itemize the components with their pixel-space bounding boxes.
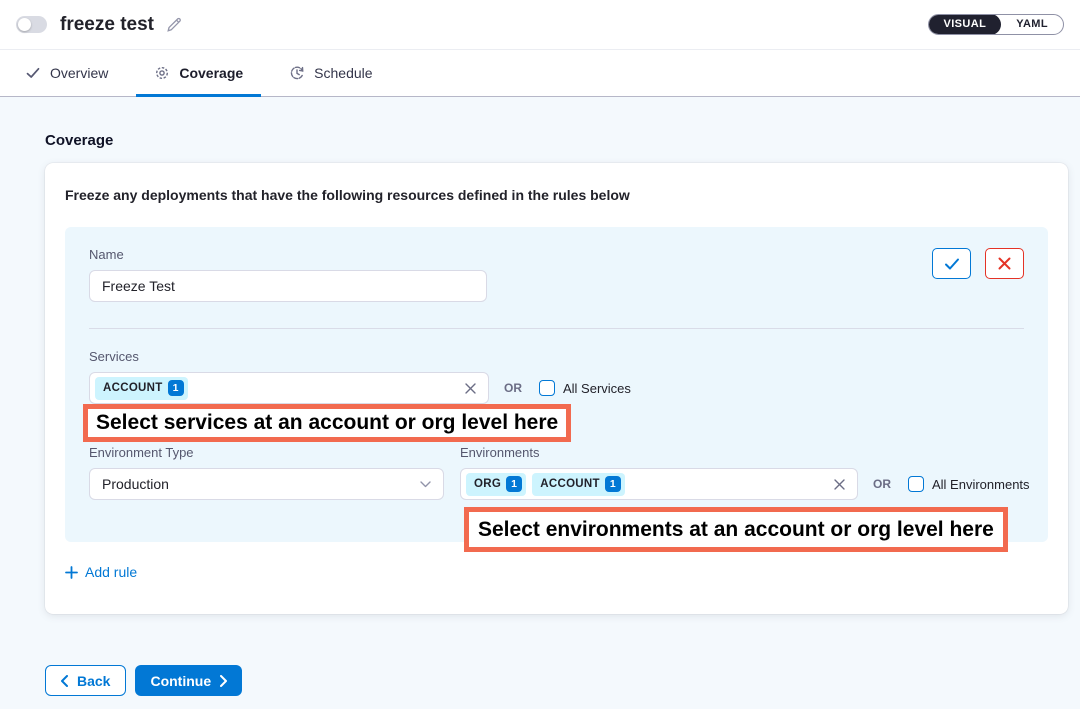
delete-rule-button[interactable] — [985, 248, 1024, 279]
clear-x-icon — [834, 479, 845, 490]
confirm-check-icon — [944, 257, 960, 271]
service-tag: ACCOUNT 1 — [95, 377, 188, 400]
pencil-icon — [165, 16, 183, 34]
tag-count-badge: 1 — [168, 380, 184, 396]
environments-clear-button[interactable] — [834, 479, 845, 490]
tab-schedule[interactable]: Schedule — [271, 50, 390, 96]
name-label: Name — [89, 247, 487, 262]
page-title: freeze test — [60, 14, 154, 36]
environment-tag: ORG 1 — [466, 473, 526, 496]
tab-label: Schedule — [314, 65, 372, 81]
name-input[interactable] — [89, 270, 487, 302]
tab-label: Coverage — [179, 65, 243, 81]
visual-toggle-button[interactable]: VISUAL — [928, 14, 1001, 35]
chevron-down-icon — [420, 481, 431, 488]
environments-group: Environments ORG 1 ACCOUNT 1 — [460, 445, 1030, 500]
environment-type-value: Production — [102, 476, 169, 492]
header-bar: freeze test VISUAL YAML — [0, 0, 1080, 50]
footer-actions: Back Continue — [45, 665, 1080, 696]
tab-label: Overview — [50, 65, 108, 81]
continue-button[interactable]: Continue — [135, 665, 242, 696]
all-environments-label: All Environments — [932, 477, 1030, 492]
confirm-rule-button[interactable] — [932, 248, 971, 279]
services-section: Services ACCOUNT 1 OR — [89, 349, 1024, 404]
environments-multiselect[interactable]: ORG 1 ACCOUNT 1 — [460, 468, 858, 500]
yaml-toggle-button[interactable]: YAML — [1001, 14, 1063, 35]
rule-panel: Name — [65, 227, 1048, 542]
all-services-checkbox[interactable] — [539, 380, 555, 396]
check-icon — [25, 65, 41, 81]
clear-x-icon — [465, 383, 476, 394]
services-annotation: Select services at an account or org lev… — [83, 404, 571, 442]
gear-icon — [154, 65, 170, 81]
environments-row: Environment Type Production Environments… — [89, 445, 1024, 500]
add-rule-label: Add rule — [85, 564, 137, 580]
environments-label: Environments — [460, 445, 1030, 460]
close-icon — [998, 257, 1011, 270]
environments-or-text: OR — [873, 477, 891, 491]
panel-divider — [89, 328, 1024, 329]
freeze-enable-toggle[interactable] — [16, 16, 47, 33]
environments-annotation: Select environments at an account or org… — [464, 507, 1008, 552]
clock-refresh-icon — [289, 65, 305, 81]
all-environments-checkbox[interactable] — [908, 476, 924, 492]
tag-count-badge: 1 — [506, 476, 522, 492]
edit-title-button[interactable] — [165, 16, 183, 34]
plus-icon — [65, 566, 78, 579]
services-or-text: OR — [504, 381, 522, 395]
coverage-card: Freeze any deployments that have the fol… — [45, 163, 1068, 614]
environment-type-group: Environment Type Production — [89, 445, 444, 500]
environment-tag: ACCOUNT 1 — [532, 473, 625, 496]
tag-count-badge: 1 — [605, 476, 621, 492]
environment-type-select[interactable]: Production — [89, 468, 444, 500]
toggle-knob — [18, 18, 31, 31]
services-label: Services — [89, 349, 1024, 364]
services-multiselect[interactable]: ACCOUNT 1 — [89, 372, 489, 404]
visual-yaml-switch: VISUAL YAML — [928, 14, 1064, 35]
rule-action-buttons — [932, 247, 1024, 279]
services-clear-button[interactable] — [465, 383, 476, 394]
tab-coverage[interactable]: Coverage — [136, 50, 261, 96]
coverage-page: Coverage Freeze any deployments that hav… — [0, 97, 1080, 709]
tab-bar: Overview Coverage Schedule — [0, 50, 1080, 97]
environment-type-label: Environment Type — [89, 445, 444, 460]
name-field-group: Name — [89, 247, 487, 302]
chevron-right-icon — [220, 675, 227, 687]
chevron-left-icon — [61, 675, 68, 687]
section-heading: Coverage — [0, 97, 1080, 149]
back-button[interactable]: Back — [45, 665, 126, 696]
add-rule-button[interactable]: Add rule — [65, 564, 137, 580]
card-description: Freeze any deployments that have the fol… — [65, 187, 1048, 203]
all-services-label: All Services — [563, 381, 631, 396]
tab-overview[interactable]: Overview — [7, 50, 126, 96]
name-row: Name — [89, 247, 1024, 302]
